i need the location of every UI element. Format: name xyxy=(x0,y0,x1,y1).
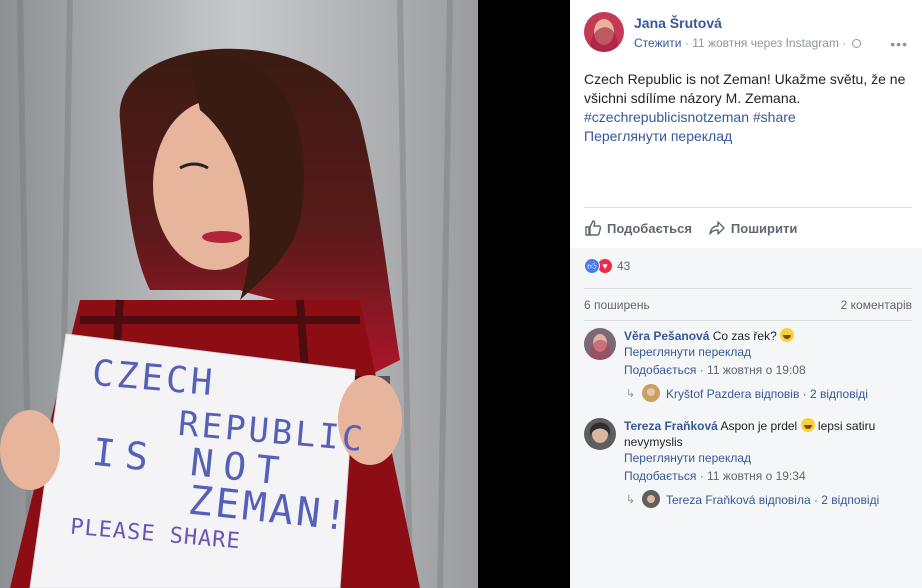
comment-translate-link[interactable]: Переглянути переклад xyxy=(624,344,912,360)
facebook-photo-viewer: CZECH REPUBLIC IS NOT ZEMAN! PLEASE SHAR… xyxy=(0,0,922,588)
post-body: Czech Republic is not Zeman! Ukažme svět… xyxy=(584,70,910,146)
divider xyxy=(584,207,912,208)
replier-avatar xyxy=(642,384,660,402)
post-photo[interactable]: CZECH REPUBLIC IS NOT ZEMAN! PLEASE SHAR… xyxy=(0,0,570,588)
comment-text: Aspon je prdel xyxy=(720,419,798,433)
like-label: Подобається xyxy=(607,220,692,236)
comment-body: Tereza Fraňková Aspon je prdel lepsi sat… xyxy=(624,418,912,508)
comment-text: Co zas řek? xyxy=(712,329,777,343)
comment-translate-link[interactable]: Переглянути переклад xyxy=(624,450,912,466)
follow-link[interactable]: Стежити xyxy=(634,36,682,50)
post-header: Jana Šrutová Стежити · 11 жовтня через I… xyxy=(584,12,912,56)
smile-emoji-icon xyxy=(780,328,795,342)
post-translate-link[interactable]: Переглянути переклад xyxy=(584,127,910,146)
comment-actions: Подобається · 11 жовтня о 19:34 xyxy=(624,469,806,483)
like-reaction-icon: 👍︎ xyxy=(584,258,600,274)
engagement-section: 👍︎ ♥ 43 6 поширень 2 коментарів Věra Peš… xyxy=(570,248,922,588)
comment-time[interactable]: 11 жовтня о 19:34 xyxy=(707,469,806,483)
like-button[interactable]: Подобається xyxy=(584,215,692,241)
globe-icon xyxy=(851,39,861,48)
smile-emoji-icon xyxy=(800,418,815,432)
reactions-count: 43 xyxy=(617,259,631,273)
replies-label: Tereza Fraňková відповіла · 2 відповіді xyxy=(666,493,880,507)
replies-summary[interactable]: ↳ Kryštof Pazdera відповів · 2 відповіді xyxy=(624,384,912,402)
comment-item: Tereza Fraňková Aspon je prdel lepsi sat… xyxy=(584,418,912,514)
post-side-panel: Jana Šrutová Стежити · 11 жовтня через I… xyxy=(570,0,922,588)
comment-body: Věra Pešanová Co zas řek? Переглянути пе… xyxy=(624,328,912,402)
post-actions: Подобається Поширити xyxy=(584,215,797,241)
reply-arrow-icon: ↳ xyxy=(626,388,636,400)
share-button[interactable]: Поширити xyxy=(708,215,797,241)
author-name[interactable]: Jana Šrutová xyxy=(634,15,722,31)
reactions-summary[interactable]: 👍︎ ♥ 43 xyxy=(584,258,630,274)
replies-summary[interactable]: ↳ Tereza Fraňková відповіла · 2 відповід… xyxy=(624,490,912,508)
share-arrow-icon xyxy=(709,221,725,235)
reply-arrow-icon: ↳ xyxy=(626,494,636,506)
comment-like-link[interactable]: Подобається xyxy=(624,469,696,483)
more-icon[interactable]: ••• xyxy=(890,36,908,52)
commenter-name[interactable]: Věra Pešanová xyxy=(624,329,709,343)
author-avatar[interactable] xyxy=(584,12,624,52)
replier-avatar xyxy=(642,490,660,508)
comment-item: Věra Pešanová Co zas řek? Переглянути пе… xyxy=(584,328,912,408)
post-hashtags[interactable]: #czechrepublicisnotzeman #share xyxy=(584,108,910,127)
post-meta: Стежити · 11 жовтня через Instagram · xyxy=(634,36,861,50)
comment-like-link[interactable]: Подобається xyxy=(624,363,696,377)
commenter-avatar[interactable] xyxy=(584,328,616,360)
comment-time[interactable]: 11 жовтня о 19:08 xyxy=(707,363,806,377)
post-text: Czech Republic is not Zeman! Ukažme svět… xyxy=(584,71,906,106)
shares-count[interactable]: 6 поширень xyxy=(584,298,650,312)
comments-count[interactable]: 2 коментарів xyxy=(841,298,912,312)
replies-label: Kryštof Pazdera відповів · 2 відповіді xyxy=(666,387,868,401)
post-time-source[interactable]: 11 жовтня через Instagram xyxy=(692,36,839,50)
divider xyxy=(584,288,912,289)
commenter-avatar[interactable] xyxy=(584,418,616,450)
share-label: Поширити xyxy=(730,220,798,236)
thumbs-up-icon xyxy=(585,220,602,236)
comment-actions: Подобається · 11 жовтня о 19:08 xyxy=(624,363,806,377)
post-stats: 6 поширень 2 коментарів xyxy=(584,298,912,312)
commenter-name[interactable]: Tereza Fraňková xyxy=(624,419,718,433)
divider xyxy=(584,320,912,321)
